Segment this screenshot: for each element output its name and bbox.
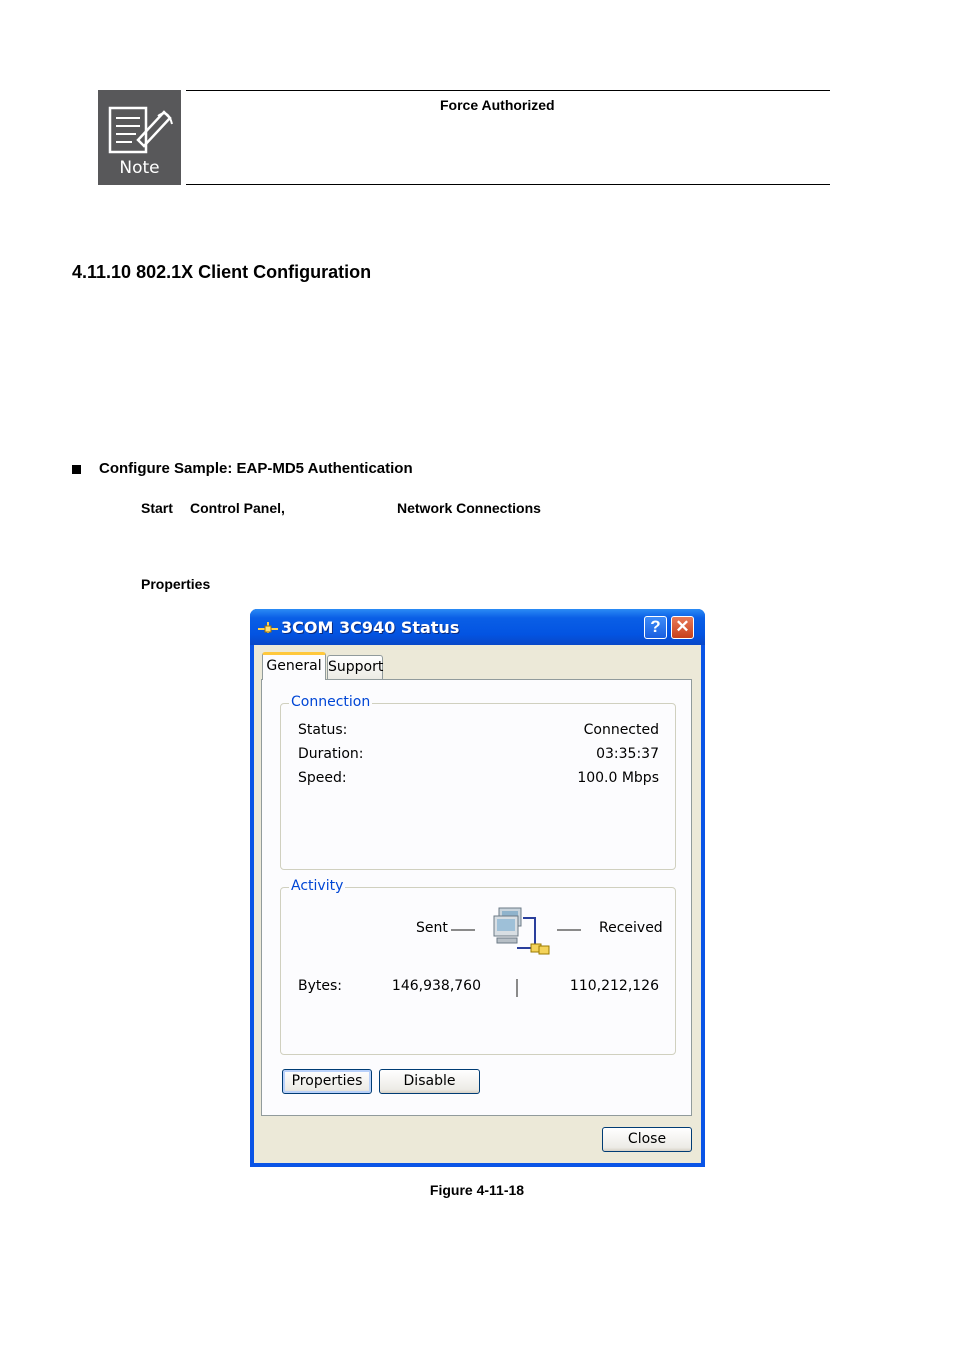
properties-button[interactable]: Properties — [282, 1069, 372, 1094]
note-text: Force Authorized — [440, 97, 555, 113]
note-rule-bottom — [186, 184, 830, 185]
close-button[interactable]: Close — [602, 1127, 692, 1152]
step-network-connections: Network Connections — [397, 500, 541, 516]
note-icon: Note — [98, 90, 181, 185]
connection-group-label: Connection — [289, 694, 373, 710]
title-bar[interactable]: 3COM 3C940 Status ? ✕ — [250, 609, 705, 645]
window-title: 3COM 3C940 Status — [281, 618, 460, 637]
step-properties: Properties — [141, 576, 211, 592]
received-label: Received — [599, 920, 663, 936]
title-close-button[interactable]: ✕ — [671, 616, 694, 639]
note-icon-label: Note — [119, 158, 160, 178]
speed-label: Speed: — [298, 770, 347, 786]
help-icon: ? — [650, 617, 661, 636]
bytes-sent-value: 146,938,760 — [391, 978, 481, 994]
sent-label: Sent — [416, 920, 448, 936]
bytes-received-value: 110,212,126 — [569, 978, 659, 994]
status-value: Connected — [583, 722, 659, 738]
activity-group-label: Activity — [289, 878, 346, 894]
sent-indicator-line — [451, 929, 475, 931]
close-icon: ✕ — [675, 617, 690, 636]
activity-group: Activity Sent Received Bytes: 146,938,76… — [280, 878, 676, 1055]
duration-label: Duration: — [298, 746, 364, 762]
notepad-pen-icon — [108, 106, 173, 154]
status-window: 3COM 3C940 Status ? ✕ General Support Co… — [250, 609, 705, 1167]
duration-value: 03:35:37 — [596, 746, 659, 762]
status-label: Status: — [298, 722, 348, 738]
network-computers-icon — [493, 907, 550, 955]
general-tab-panel: Connection Status: Connected Duration: 0… — [261, 679, 692, 1116]
bytes-label: Bytes: — [298, 978, 343, 994]
window-client-area: General Support Connection Status: Conne… — [254, 645, 701, 1163]
note-rule-top — [186, 90, 830, 91]
step-start: Start — [141, 500, 173, 516]
section-title: 4.11.10 802.1X Client Configuration — [72, 262, 372, 282]
figure-caption: Figure 4-11-18 — [429, 1182, 525, 1198]
speed-value: 100.0 Mbps — [577, 770, 659, 786]
tab-support[interactable]: Support — [327, 655, 383, 679]
help-button[interactable]: ? — [644, 616, 667, 639]
bullet-heading: Configure Sample: EAP-MD5 Authentication — [99, 460, 413, 477]
step-control-panel: Control Panel, — [190, 500, 285, 516]
received-indicator-line — [557, 929, 581, 931]
bytes-separator — [516, 979, 518, 997]
bullet-square — [72, 465, 81, 474]
network-connection-icon — [258, 622, 278, 633]
connection-group: Connection Status: Connected Duration: 0… — [280, 694, 676, 870]
disable-button[interactable]: Disable — [379, 1069, 480, 1094]
tab-general[interactable]: General — [262, 652, 326, 680]
